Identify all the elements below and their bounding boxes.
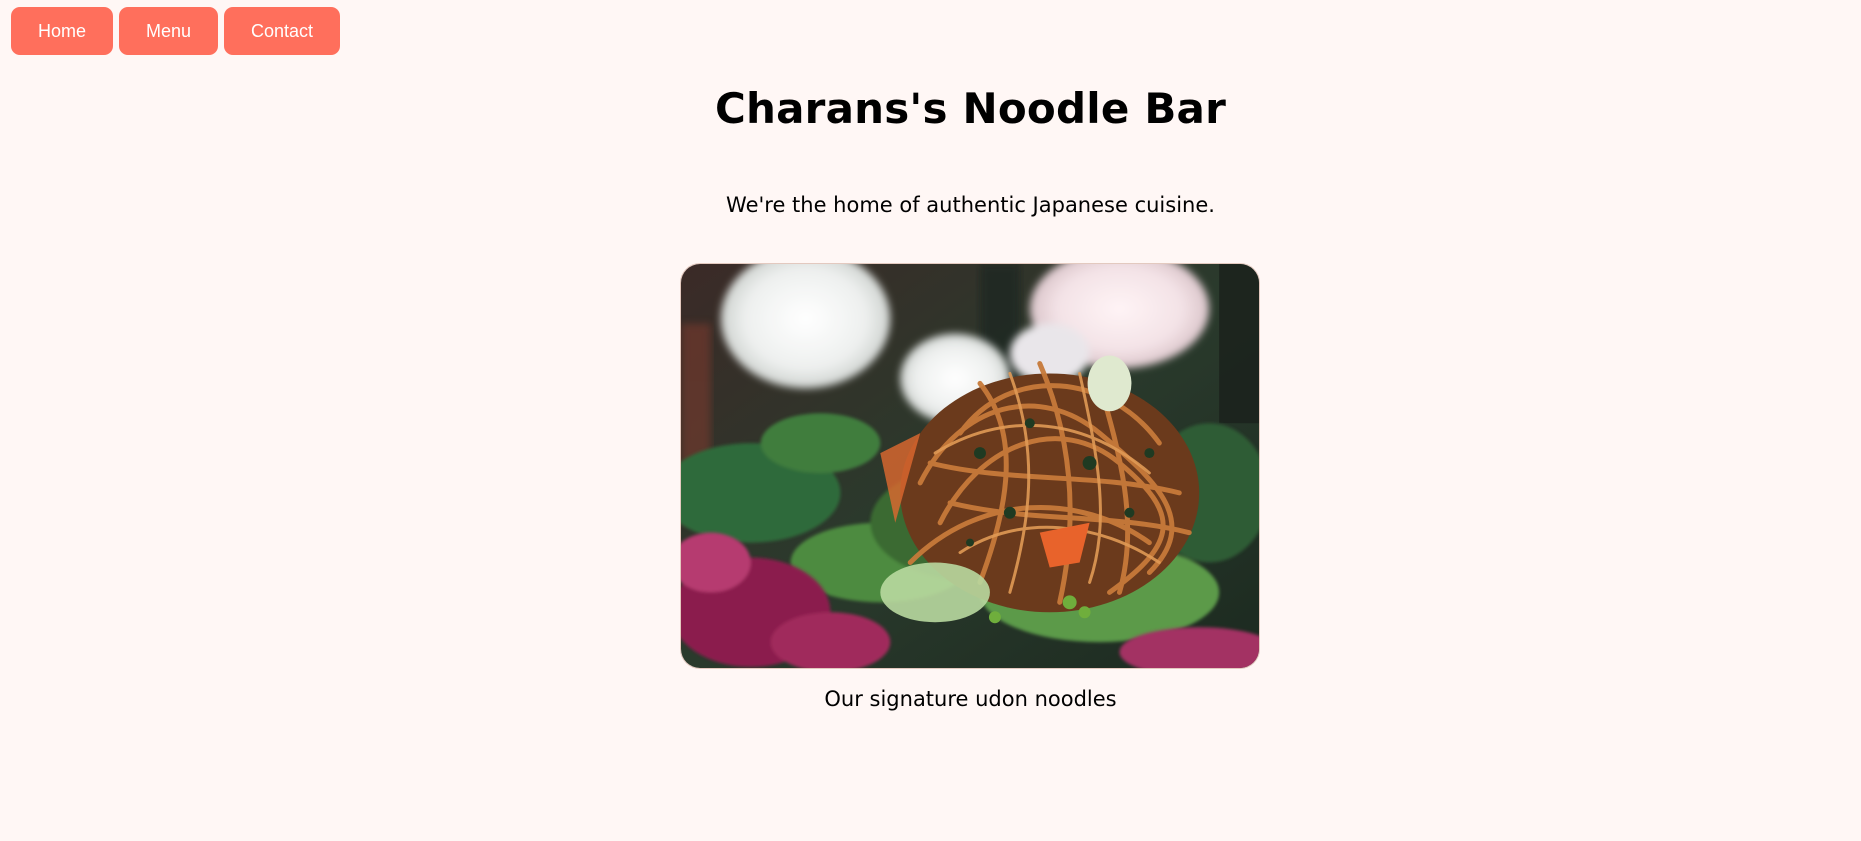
contact-button[interactable]: Contact <box>224 7 340 55</box>
noodle-photo <box>680 263 1260 669</box>
image-caption: Our signature udon noodles <box>824 687 1117 711</box>
tagline: We're the home of authentic Japanese cui… <box>726 193 1215 217</box>
page-title: Charans's Noodle Bar <box>715 84 1226 133</box>
menu-button[interactable]: Menu <box>119 7 218 55</box>
home-button[interactable]: Home <box>11 7 113 55</box>
noodle-salad-photo <box>681 264 1259 668</box>
top-nav: Home Menu Contact <box>11 7 340 55</box>
